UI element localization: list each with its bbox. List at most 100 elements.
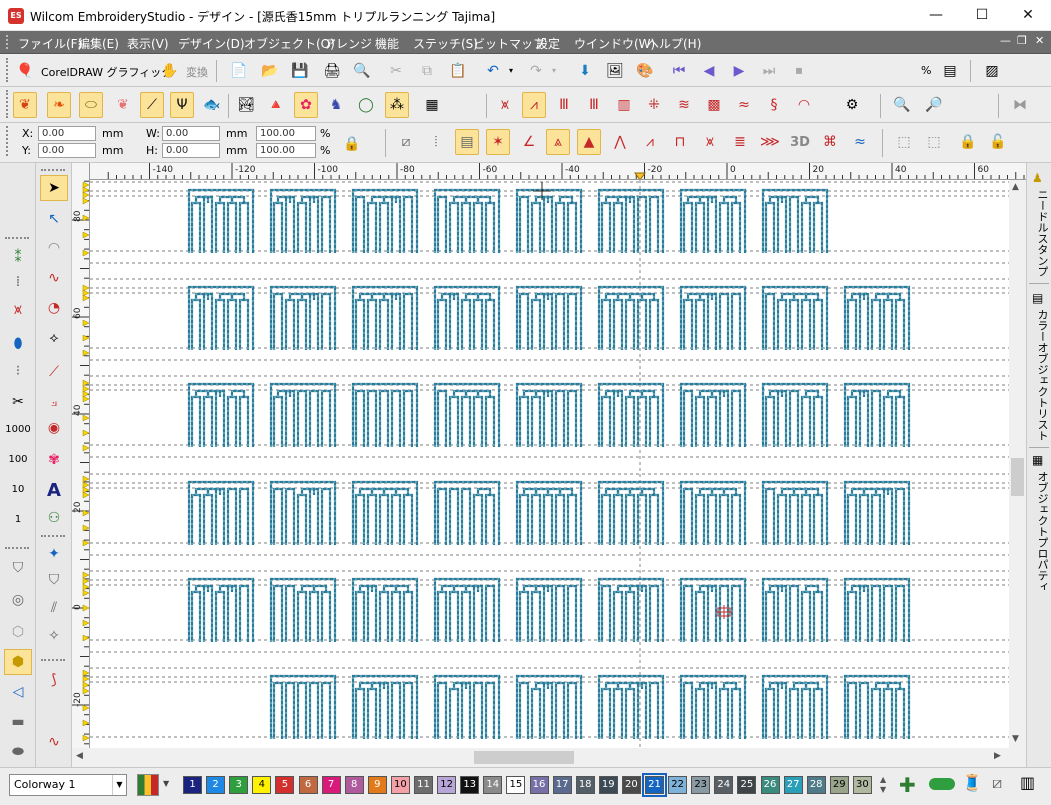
satin-fill-icon[interactable]: ❦ (13, 92, 37, 118)
scroll-left-icon[interactable]: ◀ (76, 751, 83, 761)
guide-marker-icon[interactable] (82, 681, 89, 689)
appliqué-icon[interactable]: ⛉ (40, 567, 68, 593)
thread-swatch-5[interactable]: 5 (275, 776, 295, 794)
open-folder-icon[interactable]: 📂 (258, 58, 282, 84)
genji-pattern[interactable] (597, 382, 665, 447)
travel-stop-icon[interactable]: ⏹ (787, 58, 811, 84)
thread-swatch-13[interactable]: 13 (460, 776, 480, 794)
line-fill-icon[interactable]: ⩙ (698, 129, 722, 155)
scroll-up-icon[interactable]: ▲ (1012, 182, 1019, 192)
thread-swatch-8[interactable]: 8 (344, 776, 364, 794)
bitmap-icon[interactable]: 🏞 (234, 92, 258, 118)
step-1000-button[interactable]: 1000 (3, 416, 33, 442)
guide-marker-icon[interactable] (82, 589, 89, 597)
genji-pattern[interactable] (597, 285, 665, 350)
genji-pattern[interactable] (843, 674, 911, 739)
travel-end-icon[interactable]: ⏭ (757, 58, 781, 84)
copy-icon[interactable]: ⧉ (415, 58, 439, 84)
thread-swatch-25[interactable]: 25 (737, 776, 757, 794)
genji-pattern[interactable] (187, 188, 255, 253)
color-wheel-icon[interactable]: ⁂ (385, 92, 409, 118)
select-arrow-icon[interactable]: ➤ (40, 175, 68, 201)
no-color-icon[interactable]: ⧄ (992, 773, 1002, 793)
start-point-icon[interactable]: ⩓ (546, 129, 570, 155)
wave-stitch-icon[interactable]: ≈ (732, 92, 756, 118)
menu-object[interactable]: オブジェクト(O) (244, 35, 335, 52)
thread-swatch-22[interactable]: 22 (668, 776, 688, 794)
maximize-button[interactable]: ☐ (959, 0, 1005, 31)
lettering-icon[interactable]: A (40, 477, 68, 503)
genji-pattern[interactable] (597, 188, 665, 253)
paste-icon[interactable]: 📋 (446, 58, 470, 84)
zigzag-run-icon[interactable]: ⩙ (4, 297, 32, 323)
remove-color-icon[interactable] (929, 778, 955, 790)
genji-pattern[interactable] (433, 577, 501, 642)
menu-functions[interactable]: 機能 (375, 35, 399, 52)
guide-marker-icon[interactable] (82, 571, 89, 579)
stitch-list-icon[interactable]: ⁝ (4, 358, 32, 384)
thread-swatch-24[interactable]: 24 (714, 776, 734, 794)
genji-pattern[interactable] (269, 188, 337, 253)
line-path-icon[interactable]: ⟋ (40, 359, 68, 385)
thread-swatch-23[interactable]: 23 (691, 776, 711, 794)
travel-back-icon[interactable]: ◀ (697, 58, 721, 84)
genji-pattern[interactable] (597, 674, 665, 739)
coreldraw-graphics-label[interactable]: CorelDRAW グラフィック (41, 64, 172, 80)
genji-pattern[interactable] (269, 674, 337, 739)
guide-marker-icon[interactable] (82, 675, 89, 683)
effects-icon[interactable]: ⚙ (840, 92, 864, 118)
width-input[interactable] (162, 126, 220, 141)
genji-pattern[interactable] (761, 674, 829, 739)
square-wave-icon[interactable]: ⊓ (668, 129, 692, 155)
ungroup-icon[interactable]: ⬚ (922, 129, 946, 155)
genji-pattern[interactable] (761, 577, 829, 642)
trapunto-icon[interactable]: ▩ (702, 92, 726, 118)
triangle-stitch-icon[interactable]: ⋀ (608, 129, 632, 155)
print-icon[interactable]: 🖨 (320, 58, 344, 84)
design-canvas[interactable] (90, 180, 1009, 748)
color-bars-icon[interactable]: ▥ (1020, 773, 1035, 792)
guide-marker-icon[interactable] (82, 395, 89, 403)
guide-marker-icon[interactable] (82, 429, 89, 437)
genji-pattern[interactable] (515, 577, 583, 642)
guide-marker-icon[interactable] (82, 181, 89, 189)
monogram-icon[interactable]: ⚇ (40, 505, 68, 531)
thread-swatch-14[interactable]: 14 (483, 776, 503, 794)
genji-pattern[interactable] (679, 188, 747, 253)
scroll-down-icon[interactable]: ▼ (1012, 734, 1019, 744)
thread-swatch-3[interactable]: 3 (229, 776, 249, 794)
genji-pattern[interactable] (679, 577, 747, 642)
guide-marker-icon[interactable] (82, 619, 89, 627)
thread-chart-icon[interactable]: 🧵 (962, 773, 982, 792)
zoom-in-icon[interactable]: 🔍 (890, 92, 914, 118)
undo-dropdown-icon[interactable]: ▾ (505, 58, 517, 84)
genji-pattern[interactable] (269, 285, 337, 350)
guide-marker-icon[interactable] (82, 197, 89, 205)
parallel-lines-icon[interactable]: ≣ (728, 129, 752, 155)
thread-swatch-27[interactable]: 27 (783, 776, 803, 794)
zoom-options-icon[interactable]: ▤ (938, 58, 962, 84)
reshape-icon[interactable]: ◁ (4, 679, 32, 705)
genji-pattern[interactable] (679, 480, 747, 545)
guide-marker-icon[interactable] (82, 289, 89, 297)
genji-pattern[interactable] (515, 674, 583, 739)
outline-fill-icon[interactable]: ⬭ (79, 92, 103, 118)
guide-marker-icon[interactable] (82, 687, 89, 695)
guide-marker-icon[interactable] (82, 349, 89, 357)
coreldraw-balloon-icon[interactable]: 🎈 (13, 58, 37, 84)
guide-marker-icon[interactable] (82, 634, 89, 642)
design-export-icon[interactable]: 🖼 (603, 58, 627, 84)
motif-run-icon[interactable]: § (762, 92, 786, 118)
guide-marker-icon[interactable] (82, 191, 89, 199)
guide-marker-icon[interactable] (82, 539, 89, 547)
thread-swatch-26[interactable]: 26 (760, 776, 780, 794)
minimize-button[interactable]: — (913, 0, 959, 31)
genji-pattern[interactable] (761, 480, 829, 545)
travel-forward-icon[interactable]: ▶ (727, 58, 751, 84)
thread-swatch-12[interactable]: 12 (437, 776, 457, 794)
dock-tab-color-object-list[interactable]: カラーオブジェクトリスト (1030, 309, 1050, 441)
genji-pattern[interactable] (679, 674, 747, 739)
stitch-angle-icon[interactable]: ⧄ (394, 129, 418, 155)
guide-marker-icon[interactable] (82, 669, 89, 677)
genji-pattern[interactable] (351, 674, 419, 739)
